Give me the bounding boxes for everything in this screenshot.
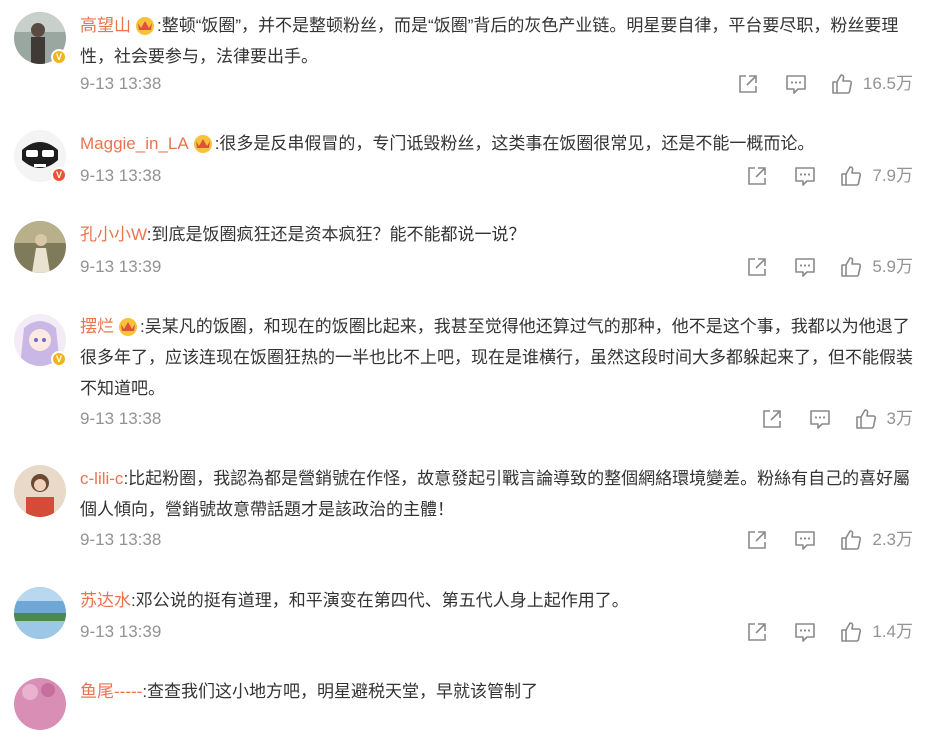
comment-meta: 9-13 13:38 16.5万 — [80, 72, 915, 96]
timestamp: 9-13 13:38 — [80, 530, 162, 549]
like-count: 1.4万 — [872, 622, 913, 641]
username[interactable]: 鱼尾----- — [80, 682, 142, 701]
timestamp: 9-13 13:38 — [80, 166, 162, 185]
verified-v-icon: V — [51, 167, 67, 183]
avatar-image — [14, 465, 66, 517]
crown-badge-icon — [193, 135, 212, 153]
username[interactable]: c-lili-c — [80, 469, 123, 488]
like-count: 5.9万 — [872, 257, 913, 276]
comment-body: :很多是反串假冒的，专门诋毁粉丝，这类事在饭圈很常见，还是不能一概而论。 — [214, 134, 815, 153]
like-count: 7.9万 — [872, 166, 913, 185]
comment-actions: 3万 — [761, 407, 913, 431]
comment-text: 孔小小W:到底是饭圈疯狂还是资本疯狂？能不能都说一说？ — [80, 219, 915, 250]
timestamp: 9-13 13:38 — [80, 409, 162, 428]
share-icon[interactable] — [737, 73, 759, 95]
like-count: 3万 — [886, 409, 913, 428]
avatar[interactable] — [14, 221, 66, 273]
comment-text: 高望山:整顿“饭圈”，并不是整顿粉丝，而是“饭圈”背后的灰色产业链。明星要自律，… — [80, 10, 915, 72]
verified-v-icon: V — [51, 49, 67, 65]
comment-icon[interactable] — [794, 621, 816, 643]
share-icon[interactable] — [746, 165, 768, 187]
comment-meta: 9-13 13:38 7.9万 — [80, 164, 915, 188]
comment-text: c-lili-c:比起粉圈，我認為都是營銷號在作怪，故意發起引戰言論導致的整個網… — [80, 463, 915, 525]
comment-icon[interactable] — [785, 73, 807, 95]
avatar[interactable] — [14, 465, 66, 517]
comment-icon[interactable] — [794, 529, 816, 551]
thumbs-up-icon[interactable] — [855, 408, 877, 430]
comment-text: 苏达水:邓公说的挺有道理，和平演变在第四代、第五代人身上起作用了。 — [80, 585, 915, 616]
comment-meta: 9-13 13:39 5.9万 — [80, 255, 915, 279]
comment-icon[interactable] — [794, 165, 816, 187]
comment-actions: 7.9万 — [746, 164, 913, 188]
avatar[interactable]: V — [14, 130, 67, 183]
username[interactable]: 孔小小W — [80, 225, 147, 244]
comment-actions: 16.5万 — [737, 72, 913, 96]
avatar[interactable] — [14, 587, 66, 639]
verified-v-icon: V — [51, 351, 67, 367]
comment-icon[interactable] — [809, 408, 831, 430]
share-icon[interactable] — [746, 621, 768, 643]
comment-actions: 1.4万 — [746, 620, 913, 644]
avatar-image — [14, 587, 66, 639]
share-icon[interactable] — [761, 408, 783, 430]
comment-list: V 高望山:整顿“饭圈”，并不是整顿粉丝，而是“饭圈”背后的灰色产业链。明星要自… — [0, 0, 925, 730]
timestamp: 9-13 13:38 — [80, 74, 162, 93]
comment-text: 鱼尾-----:查查我们这小地方吧，明星避税天堂，早就该管制了 — [80, 676, 915, 707]
crown-badge-icon — [119, 318, 137, 336]
avatar[interactable]: V — [14, 12, 67, 65]
thumbs-up-icon[interactable] — [831, 73, 853, 95]
comment-body: :到底是饭圈疯狂还是资本疯狂？能不能都说一说？ — [146, 225, 526, 244]
crown-badge-icon — [136, 17, 154, 35]
comment-body: :吴某凡的饭圈，和现在的饭圈比起来，我甚至觉得他还算过气的那种，他不是这个事，我… — [80, 317, 913, 398]
avatar[interactable] — [14, 678, 66, 730]
share-icon[interactable] — [746, 256, 768, 278]
thumbs-up-icon[interactable] — [840, 256, 862, 278]
like-count: 16.5万 — [862, 74, 913, 93]
timestamp: 9-13 13:39 — [80, 622, 162, 641]
avatar[interactable]: V — [14, 314, 67, 367]
comment-body: :整顿“饭圈”，并不是整顿粉丝，而是“饭圈”背后的灰色产业链。明星要自律，平台要… — [80, 16, 899, 66]
username[interactable]: 苏达水 — [80, 591, 131, 610]
comment-meta: 9-13 13:38 3万 — [80, 407, 915, 431]
timestamp: 9-13 13:39 — [80, 257, 162, 276]
comment-actions: 5.9万 — [746, 255, 913, 279]
thumbs-up-icon[interactable] — [840, 621, 862, 643]
comment-text: Maggie_in_LA :很多是反串假冒的，专门诋毁粉丝，这类事在饭圈很常见，还… — [80, 128, 915, 159]
username[interactable]: Maggie_in_LA — [80, 134, 189, 153]
comment-body: :邓公说的挺有道理，和平演变在第四代、第五代人身上起作用了。 — [131, 591, 629, 610]
like-count: 2.3万 — [872, 530, 913, 549]
comment-body: :比起粉圈，我認為都是營銷號在作怪，故意發起引戰言論導致的整個網絡環境變差。粉絲… — [80, 469, 911, 519]
thumbs-up-icon[interactable] — [840, 529, 862, 551]
share-icon[interactable] — [746, 529, 768, 551]
username[interactable]: 摆烂 — [80, 317, 114, 336]
avatar-image — [14, 221, 66, 273]
comment-text: 摆烂:吴某凡的饭圈，和现在的饭圈比起来，我甚至觉得他还算过气的那种，他不是这个事… — [80, 311, 915, 404]
avatar-image — [14, 678, 66, 730]
username[interactable]: 高望山 — [80, 16, 131, 35]
comment-meta: 9-13 13:38 2.3万 — [80, 528, 915, 552]
comment-body: :查查我们这小地方吧，明星避税天堂，早就该管制了 — [142, 682, 539, 701]
thumbs-up-icon[interactable] — [840, 165, 862, 187]
comment-meta: 9-13 13:39 1.4万 — [80, 620, 915, 644]
comment-icon[interactable] — [794, 256, 816, 278]
comment-actions: 2.3万 — [746, 528, 913, 552]
